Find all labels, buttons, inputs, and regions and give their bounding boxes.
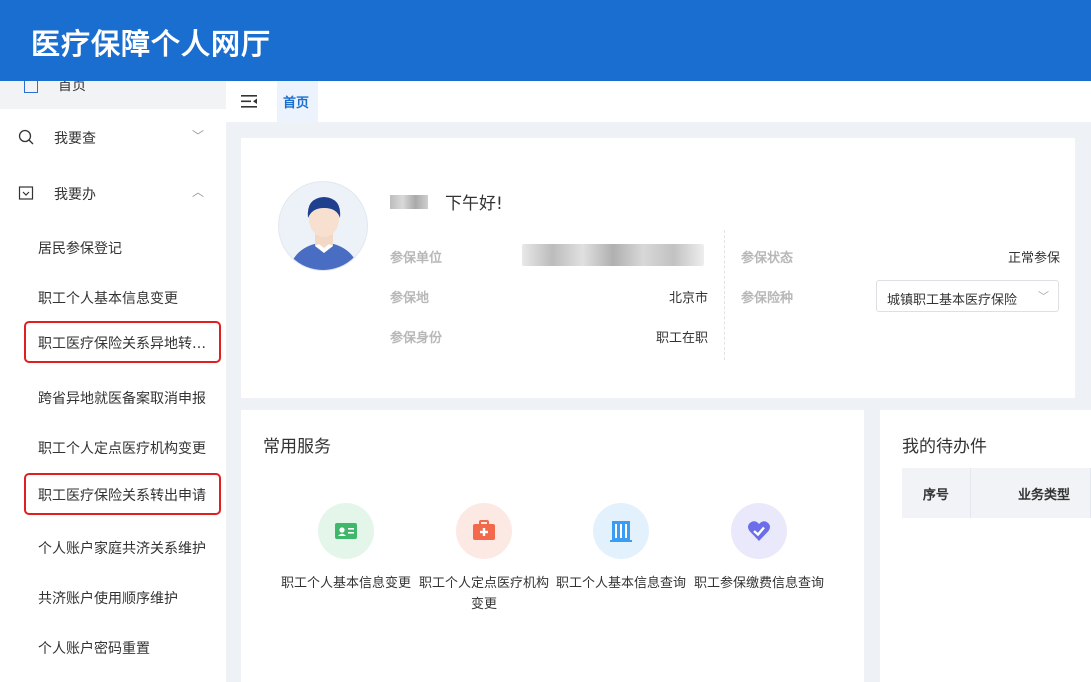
sidebar-item-transfer-out[interactable]: 职工医疗保险关系转出申请 — [24, 473, 221, 515]
profile-card: 下午好! 参保单位 参保地 北京市 参保身份 职工在职 参保状态 正常参保 参保… — [241, 138, 1075, 398]
insurance-type-selected: 城镇职工基本医疗保险 — [887, 293, 1018, 308]
sidebar-item-resident-enrollment[interactable]: 居民参保登记 — [24, 226, 221, 268]
service-icon-circle — [318, 503, 374, 559]
tab-bar: 首页 — [226, 81, 1091, 122]
greeting-text: 下午好! — [445, 194, 503, 214]
sidebar-item-password-reset[interactable]: 个人账户密码重置 — [24, 626, 221, 668]
sidebar-item-label: 个人账户密码重置 — [38, 641, 150, 657]
medical-kit-icon — [473, 520, 495, 540]
todo-panel: 我的待办件 序号 业务类型 — [880, 410, 1091, 682]
sidebar-item-label: 共济账户使用顺序维护 — [38, 591, 178, 607]
label-insured-identity: 参保身份 — [390, 331, 443, 346]
chevron-down-icon: ﹀ — [192, 129, 205, 143]
sidebar-item-label: 职工个人定点医疗机构变更 — [38, 441, 206, 457]
todo-table: 序号 业务类型 — [902, 468, 1091, 518]
sidebar-item-home[interactable]: 首页 — [0, 81, 226, 109]
sidebar-item-cross-province-cancel[interactable]: 跨省异地就医备案取消申报 — [24, 376, 221, 418]
service-label: 职工参保缴费信息查询 — [693, 576, 824, 591]
chevron-up-icon: ︿ — [192, 185, 205, 199]
sidebar-group-label: 我要查 — [54, 131, 96, 147]
service-icon-circle — [593, 503, 649, 559]
insurance-type-select[interactable]: 城镇职工基本医疗保险 ﹀ — [876, 280, 1059, 312]
sidebar-group-handle[interactable]: 我要办 ︿ — [0, 173, 226, 213]
value-insured-status: 正常参保 — [1007, 251, 1060, 266]
menu-fold-icon[interactable] — [241, 95, 257, 108]
sidebar-group-label: 我要办 — [54, 187, 96, 203]
sidebar-item-label: 个人账户家庭共济关系维护 — [38, 541, 206, 557]
tab-label: 首页 — [283, 96, 310, 111]
column-header: 序号 — [902, 468, 971, 518]
sidebar-item-label: 职工个人基本信息变更 — [38, 291, 178, 307]
chevron-down-icon: ﹀ — [1038, 290, 1049, 303]
label-insured-unit: 参保单位 — [390, 251, 443, 266]
avatar — [278, 181, 368, 271]
section-title: 常用服务 — [263, 437, 331, 457]
sidebar-item-label: 首页 — [58, 81, 86, 94]
home-icon — [24, 81, 38, 93]
section-title: 我的待办件 — [902, 437, 987, 457]
id-card-icon — [335, 523, 357, 539]
sidebar-item-account-order[interactable]: 共济账户使用顺序维护 — [24, 576, 221, 618]
insured-unit-masked — [522, 244, 704, 266]
sidebar-item-label: 职工医疗保险关系异地转… — [38, 336, 206, 352]
sidebar-group-query[interactable]: 我要查 ﹀ — [0, 117, 226, 157]
tab-home[interactable]: 首页 — [277, 81, 318, 122]
service-label: 职工个人定点医疗机构变更 — [418, 576, 549, 612]
service-label: 职工个人基本信息变更 — [280, 576, 411, 591]
sidebar-item-label: 跨省异地就医备案取消申报 — [38, 391, 206, 407]
service-info-query[interactable]: 职工个人基本信息查询 — [553, 503, 689, 623]
sidebar-item-family-mutual-aid[interactable]: 个人账户家庭共济关系维护 — [24, 526, 221, 568]
heart-check-icon — [747, 521, 771, 541]
service-info-change[interactable]: 职工个人基本信息变更 — [278, 503, 414, 623]
service-label: 职工个人基本信息查询 — [555, 576, 686, 591]
label-insurance-type: 参保险种 — [741, 291, 794, 306]
value-insured-place: 北京市 — [668, 291, 708, 306]
sidebar-item-info-change[interactable]: 职工个人基本信息变更 — [24, 276, 221, 318]
user-avatar-icon — [289, 197, 359, 270]
value-insured-identity: 职工在职 — [655, 331, 708, 346]
sidebar-item-label: 职工医疗保险关系转出申请 — [38, 488, 206, 504]
label-insured-place: 参保地 — [390, 291, 430, 306]
sidebar-item-label: 居民参保登记 — [38, 241, 122, 257]
service-icon-circle — [456, 503, 512, 559]
sidebar-item-designated-institution-change[interactable]: 职工个人定点医疗机构变更 — [24, 426, 221, 468]
column-header: 业务类型 — [970, 468, 1091, 518]
search-icon — [18, 129, 34, 145]
service-institution-change[interactable]: 职工个人定点医疗机构变更 — [416, 503, 552, 623]
app-title: 医疗保障个人网厅 — [31, 27, 272, 61]
inbox-icon — [18, 186, 34, 200]
table-header-row: 序号 业务类型 — [902, 468, 1091, 518]
app-header: 医疗保障个人网厅 — [0, 0, 1091, 81]
sidebar-item-transfer-remote[interactable]: 职工医疗保险关系异地转… — [24, 321, 221, 363]
divider — [724, 230, 725, 360]
label-insured-status: 参保状态 — [741, 251, 794, 266]
sidebar: 首页 我要查 ﹀ 我要办 ︿ 居民参保登记 职工个人基本信息变更 职工医疗保险关… — [0, 81, 226, 682]
user-name-masked — [390, 195, 428, 209]
building-icon — [610, 521, 632, 542]
common-services-panel: 常用服务 职工个人基本信息变更 职工个人定点医疗机构变更 职工个人基本信息查询 … — [241, 410, 864, 682]
service-icon-circle — [731, 503, 787, 559]
service-payment-query[interactable]: 职工参保缴费信息查询 — [691, 503, 827, 623]
